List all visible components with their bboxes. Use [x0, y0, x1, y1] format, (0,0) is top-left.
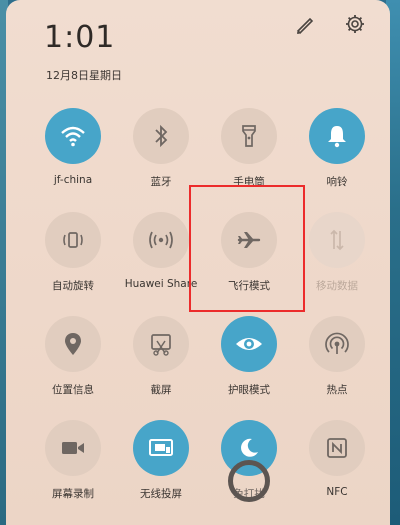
- screen-record-icon: [45, 420, 101, 476]
- hotspot-label: 热点: [326, 384, 348, 396]
- nfc-toggle[interactable]: NFC: [297, 420, 377, 520]
- flashlight-icon: [221, 108, 277, 164]
- home-ring-overlay: [228, 460, 270, 502]
- clock-time: 1:01: [44, 20, 116, 55]
- quick-settings-panel: 1:01 12月8日星期日 jf-china 蓝牙 手电筒 响铃 自动旋转 Hu…: [6, 0, 390, 525]
- wireless-projection-label: 无线投屏: [140, 488, 182, 500]
- screen-record-label: 屏幕录制: [52, 488, 94, 500]
- wifi-label: jf-china: [53, 174, 93, 186]
- screenshot-label: 截屏: [150, 384, 172, 396]
- nfc-icon: [309, 420, 365, 476]
- location-label: 位置信息: [52, 384, 94, 396]
- eye-comfort-icon: [221, 316, 277, 372]
- mobile-data-toggle[interactable]: 移动数据: [297, 212, 377, 312]
- wifi-icon: [45, 108, 101, 164]
- eye-comfort-toggle[interactable]: 护眼模式: [209, 316, 289, 416]
- screenshot-icon: [133, 316, 189, 372]
- auto-rotate-toggle[interactable]: 自动旋转: [33, 212, 113, 312]
- edit-icon[interactable]: [293, 12, 317, 36]
- eye-comfort-label: 护眼模式: [228, 384, 270, 396]
- screen-record-toggle[interactable]: 屏幕录制: [33, 420, 113, 520]
- gear-icon[interactable]: [343, 12, 367, 36]
- nfc-label: NFC: [326, 486, 348, 498]
- location-pin-icon: [45, 316, 101, 372]
- airplane-mode-highlight-box: [189, 185, 305, 312]
- wireless-projection-icon: [133, 420, 189, 476]
- screenshot-toggle[interactable]: 截屏: [121, 316, 201, 416]
- bell-icon: [309, 108, 365, 164]
- auto-rotate-icon: [45, 212, 101, 268]
- hotspot-toggle[interactable]: 热点: [297, 316, 377, 416]
- wireless-projection-toggle[interactable]: 无线投屏: [121, 420, 201, 520]
- auto-rotate-label: 自动旋转: [52, 280, 94, 292]
- mobile-data-icon: [309, 212, 365, 268]
- ring-toggle[interactable]: 响铃: [297, 108, 377, 208]
- clock-date: 12月8日星期日: [46, 69, 122, 82]
- huawei-share-icon: [133, 212, 189, 268]
- hotspot-icon: [309, 316, 365, 372]
- wifi-toggle[interactable]: jf-china: [33, 108, 113, 208]
- bluetooth-icon: [133, 108, 189, 164]
- location-toggle[interactable]: 位置信息: [33, 316, 113, 416]
